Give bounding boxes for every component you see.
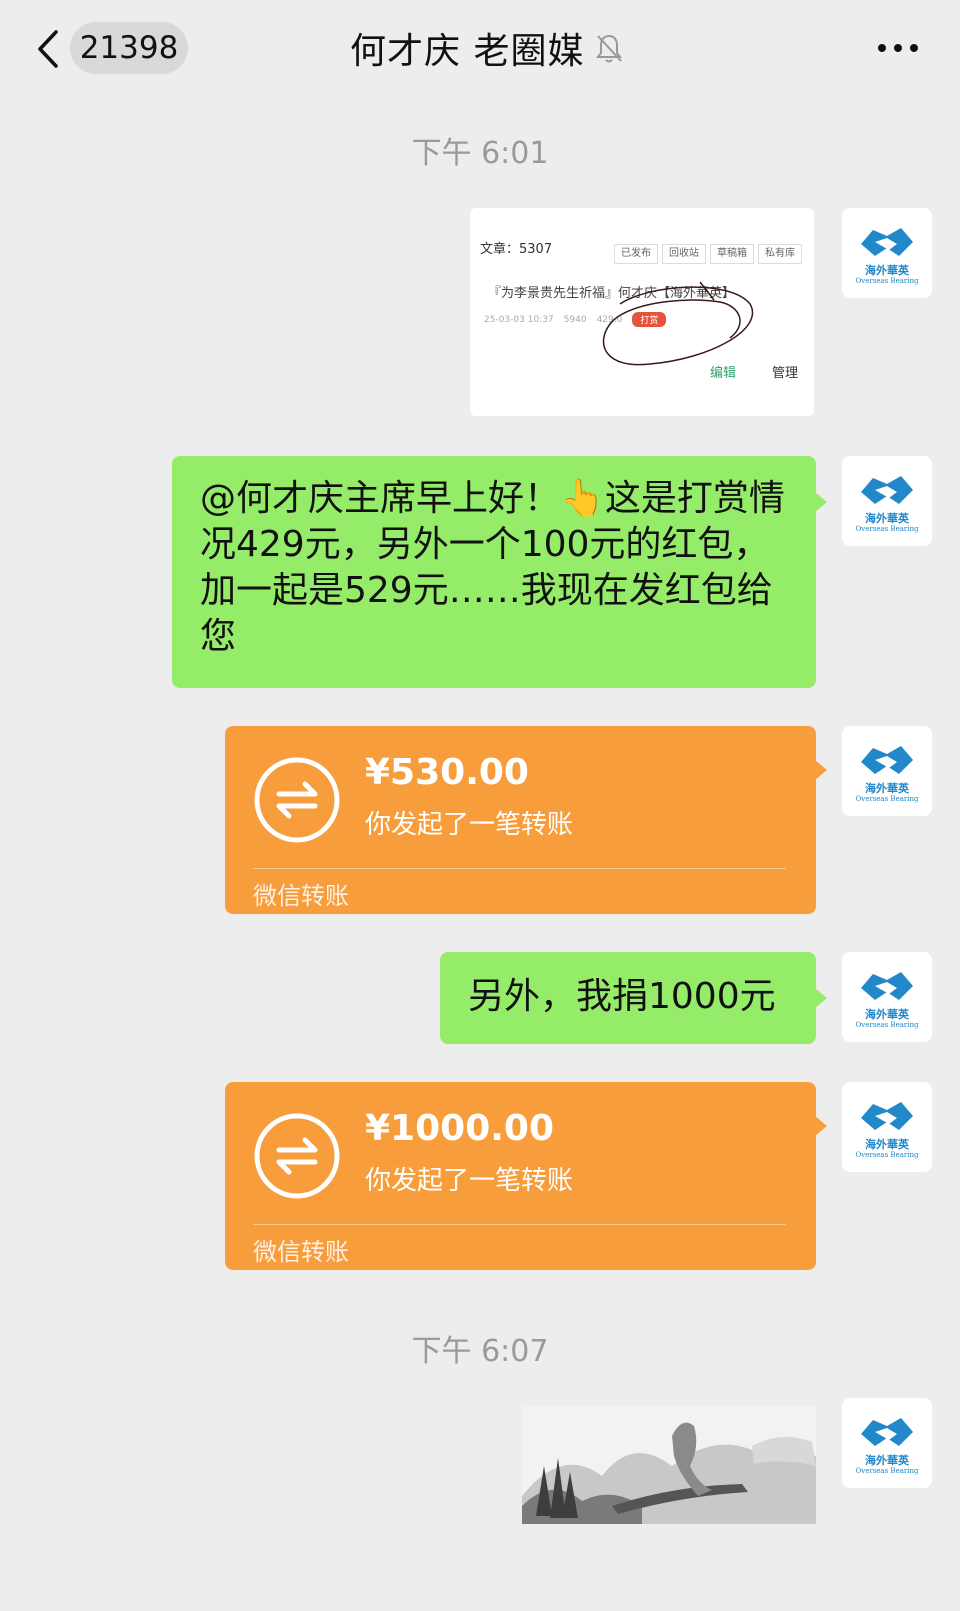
divider <box>253 868 786 869</box>
avatar-sublabel: Overseas Bearing <box>855 1021 919 1029</box>
avatar-label: 海外華英 <box>865 1138 909 1151</box>
text-message[interactable]: @何才庆主席早上好！👆这是打赏情况429元，另外一个100元的红包，加一起是52… <box>172 456 816 688</box>
image-message-screenshot[interactable]: 文章：5307 已发布 回收站 草稿箱 私有库 『为李景贵先生祈福』何才庆【海外… <box>470 208 814 416</box>
avatar-label: 海外華英 <box>865 264 909 277</box>
image-message-ink-painting[interactable] <box>522 1406 816 1524</box>
text-message[interactable]: 另外，我捐1000元 <box>440 952 816 1044</box>
more-options-icon[interactable] <box>875 40 921 56</box>
avatar[interactable]: 海外華英 Overseas Bearing <box>842 1398 932 1488</box>
back-arrow-icon[interactable] <box>32 28 64 70</box>
transfer-description: 你发起了一笔转账 <box>365 1166 574 1196</box>
unread-count-badge[interactable]: 21398 <box>70 22 188 74</box>
handshake-logo-icon <box>861 746 913 774</box>
transfer-amount: ¥530.00 <box>365 752 529 793</box>
transfer-arrows-icon <box>254 1113 340 1199</box>
handshake-logo-icon <box>861 228 913 256</box>
avatar-sublabel: Overseas Bearing <box>855 525 919 533</box>
bubble-tail <box>815 760 827 780</box>
transfer-footer: 微信转账 <box>253 1238 349 1266</box>
handshake-logo-icon <box>861 1102 913 1130</box>
avatar-label: 海外華英 <box>865 512 909 525</box>
avatar[interactable]: 海外華英 Overseas Bearing <box>842 456 932 546</box>
avatar[interactable]: 海外華英 Overseas Bearing <box>842 1082 932 1172</box>
bubble-tail <box>815 988 827 1008</box>
transfer-message[interactable]: ¥1000.00 你发起了一笔转账 微信转账 <box>225 1082 816 1270</box>
divider <box>253 1224 786 1225</box>
transfer-arrows-icon <box>254 757 340 843</box>
tab-drafts: 草稿箱 <box>710 244 754 264</box>
avatar[interactable]: 海外華英 Overseas Bearing <box>842 726 932 816</box>
bubble-tail <box>815 492 827 512</box>
article-views: 5940 <box>563 314 587 325</box>
avatar-sublabel: Overseas Bearing <box>855 795 919 803</box>
timestamp: 下午 6:01 <box>411 136 549 171</box>
article-count-label: 文章：5307 <box>480 242 553 257</box>
avatar-label: 海外華英 <box>865 1008 909 1021</box>
manage-link: 管理 <box>772 366 799 381</box>
timestamp: 下午 6:07 <box>411 1334 549 1369</box>
transfer-amount: ¥1000.00 <box>365 1108 555 1149</box>
avatar[interactable]: 海外華英 Overseas Bearing <box>842 208 932 298</box>
avatar-sublabel: Overseas Bearing <box>855 1151 919 1159</box>
transfer-footer: 微信转账 <box>253 882 349 910</box>
tab-private: 私有库 <box>758 244 802 264</box>
tab-recycle: 回收站 <box>662 244 706 264</box>
mute-bell-icon <box>596 34 623 63</box>
avatar-label: 海外華英 <box>865 1454 909 1467</box>
hand-drawn-circle-annotation <box>602 281 753 366</box>
transfer-description: 你发起了一笔转账 <box>365 810 574 840</box>
avatar-sublabel: Overseas Bearing <box>855 277 919 285</box>
avatar-sublabel: Overseas Bearing <box>855 1467 919 1475</box>
handshake-logo-icon <box>861 476 913 504</box>
avatar[interactable]: 海外華英 Overseas Bearing <box>842 952 932 1042</box>
chat-title-group: 何才庆 老圈媒 <box>350 22 624 74</box>
article-date: 25-03-03 10:37 <box>484 314 554 325</box>
handshake-logo-icon <box>861 972 913 1000</box>
chat-title: 何才庆 老圈媒 <box>350 31 585 72</box>
article-tabs: 已发布 回收站 草稿箱 私有库 <box>614 244 802 264</box>
tab-published: 已发布 <box>614 244 658 264</box>
handshake-logo-icon <box>861 1418 913 1446</box>
avatar-label: 海外華英 <box>865 782 909 795</box>
bubble-tail <box>815 1116 827 1136</box>
transfer-message[interactable]: ¥530.00 你发起了一笔转账 微信转账 <box>225 726 816 914</box>
